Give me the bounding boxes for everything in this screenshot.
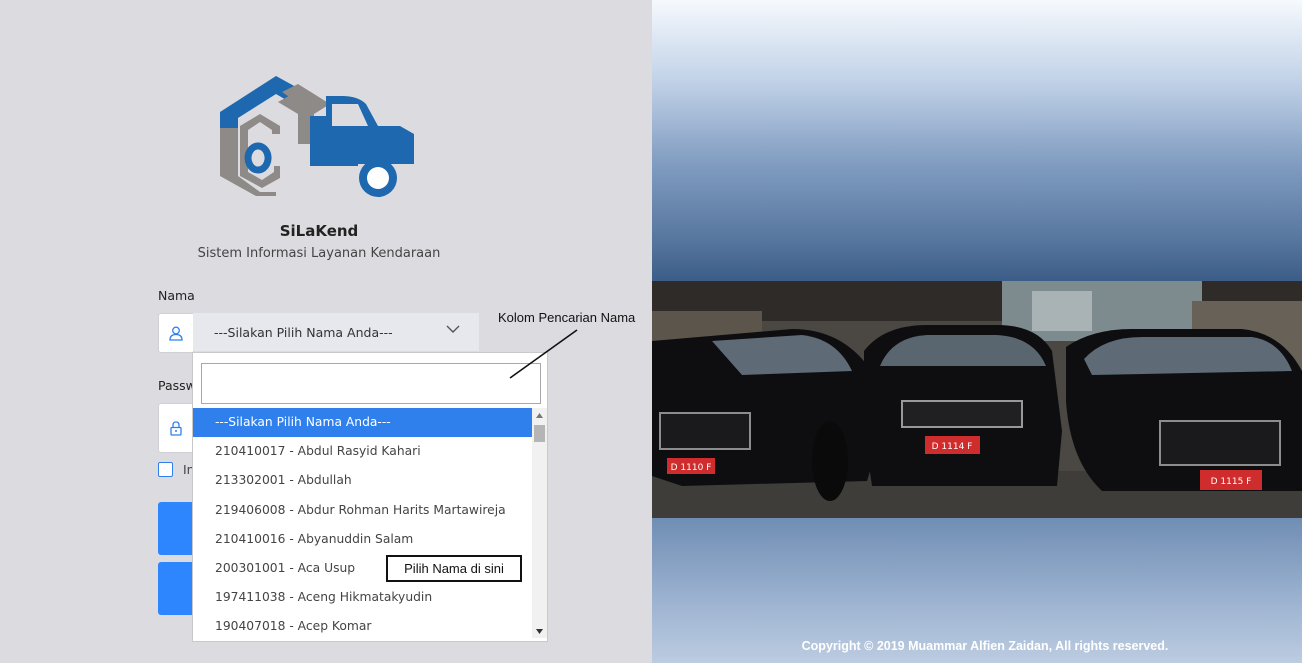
dropdown-option[interactable]: 219406008 - Abdur Rohman Harits Martawir… [193, 496, 532, 525]
name-select[interactable]: ---Silakan Pilih Nama Anda--- [193, 313, 479, 351]
plate-3: D 1115 F [1211, 477, 1252, 487]
login-panel: SiLaKend Sistem Informasi Layanan Kendar… [0, 0, 652, 663]
name-select-value: ---Silakan Pilih Nama Anda--- [214, 324, 393, 340]
scroll-thumb[interactable] [534, 425, 545, 442]
vehicle-photo-illustration: D 1110 F D 1114 F D 1115 F [652, 281, 1302, 518]
dropdown-search-input[interactable] [201, 363, 541, 404]
hero-panel: D 1110 F D 1114 F D 1115 F Copyright © 2… [652, 0, 1302, 663]
lock-icon-box [158, 403, 194, 453]
dropdown-option[interactable]: ---Silakan Pilih Nama Anda--- [193, 408, 532, 438]
dropdown-scrollbar[interactable] [532, 408, 547, 638]
name-label: Nama [158, 288, 195, 303]
vehicle-photo: D 1110 F D 1114 F D 1115 F [652, 281, 1302, 518]
dropdown-options: ---Silakan Pilih Nama Anda--- 210410017 … [193, 408, 532, 638]
copyright-text: Copyright © 2019 Muammar Alfien Zaidan, … [801, 639, 1169, 653]
dropdown-option[interactable]: 190407018 - Acep Komar [193, 612, 532, 638]
dropdown-option[interactable]: 210410017 - Abdul Rasyid Kahari [193, 437, 532, 466]
app-name: SiLaKend [279, 222, 359, 240]
secondary-button[interactable] [158, 562, 194, 615]
car-garage-logo [220, 76, 414, 197]
search-annotation: Kolom Pencarian Nama [498, 310, 636, 325]
scroll-down-arrow-icon[interactable] [532, 624, 547, 638]
plate-1: D 1110 F [671, 463, 712, 473]
lock-icon [170, 420, 182, 436]
remember-checkbox[interactable] [158, 462, 173, 477]
dropdown-option[interactable]: 210410016 - Abyanuddin Salam [193, 525, 532, 554]
dropdown-option[interactable]: 213302001 - Abdullah [193, 466, 532, 495]
user-icon-box [158, 313, 194, 353]
name-dropdown: ---Silakan Pilih Nama Anda--- 210410017 … [192, 352, 548, 642]
scroll-up-arrow-icon[interactable] [532, 408, 547, 422]
app-subtitle: Sistem Informasi Layanan Kendaraan [197, 246, 441, 261]
login-button[interactable] [158, 502, 194, 555]
pick-name-callout: Pilih Nama di sini [386, 555, 522, 582]
password-label: Passw [158, 378, 196, 393]
user-icon [169, 326, 183, 341]
plate-2: D 1114 F [932, 442, 973, 452]
chevron-down-icon [446, 325, 460, 333]
dropdown-option[interactable]: 197411038 - Aceng Hikmatakyudin [193, 583, 532, 612]
